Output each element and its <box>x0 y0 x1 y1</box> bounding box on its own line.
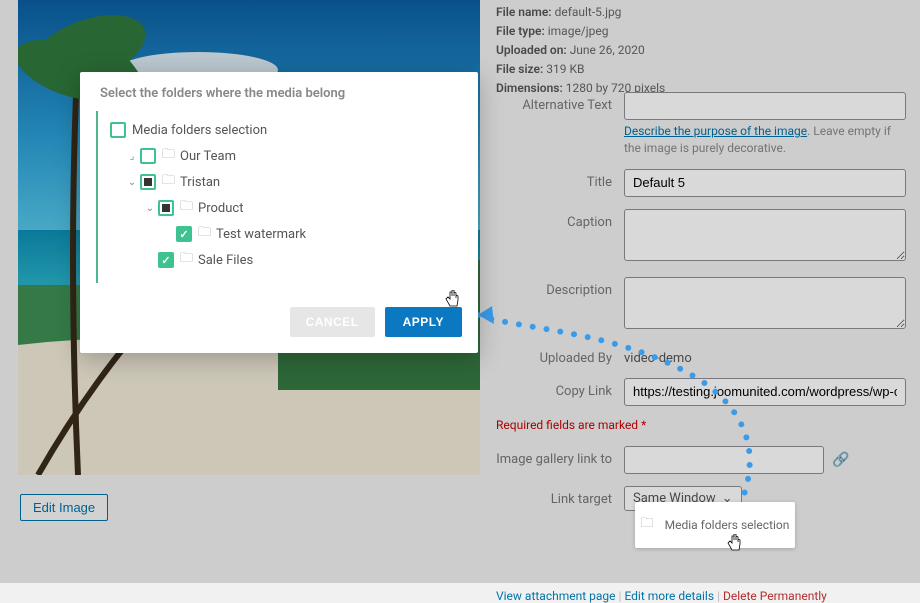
tree-label-test-watermark: Test watermark <box>216 227 306 242</box>
checkbox-product[interactable] <box>158 200 174 216</box>
media-folders-badge-label: Media folders selection <box>665 518 790 532</box>
folder-select-modal: Select the folders where the media belon… <box>80 72 478 353</box>
checkbox-test-watermark[interactable] <box>176 226 192 242</box>
tree-node-tristan[interactable]: ⌄ 🗀 Tristan <box>120 169 462 195</box>
checkbox-our-team[interactable] <box>140 148 156 164</box>
checkbox-root[interactable] <box>110 122 126 138</box>
folder-icon: 🗀 <box>641 514 654 536</box>
folder-icon: 🗀 <box>180 197 193 219</box>
folder-tree: Media folders selection ⌟ 🗀 Our Team ⌄ 🗀… <box>96 111 462 283</box>
tree-node-product[interactable]: ⌄ 🗀 Product <box>138 195 462 221</box>
expand-icon[interactable]: ⌄ <box>144 203 156 214</box>
folder-icon: 🗀 <box>180 249 193 271</box>
modal-title: Select the folders where the media belon… <box>80 72 478 111</box>
checkbox-sale-files[interactable] <box>158 252 174 268</box>
attachment-footer-links: View attachment page|Edit more details|D… <box>496 589 906 603</box>
tree-root[interactable]: Media folders selection <box>102 117 462 143</box>
view-attachment-link[interactable]: View attachment page <box>496 589 616 603</box>
tree-node-sale-files[interactable]: ⌄ 🗀 Sale Files <box>138 247 462 273</box>
edit-details-link[interactable]: Edit more details <box>624 589 714 603</box>
folder-icon: 🗀 <box>162 171 175 193</box>
tree-root-label: Media folders selection <box>132 123 267 138</box>
tree-label-tristan: Tristan <box>180 175 220 190</box>
folder-icon: 🗀 <box>162 145 175 167</box>
tree-label-sale-files: Sale Files <box>198 253 253 268</box>
checkbox-tristan[interactable] <box>140 174 156 190</box>
apply-button[interactable]: APPLY <box>385 307 462 337</box>
tree-label-product: Product <box>198 201 243 216</box>
tree-node-test-watermark[interactable]: ⌄ 🗀 Test watermark <box>156 221 462 247</box>
tree-label-our-team: Our Team <box>180 149 236 164</box>
media-folders-badge[interactable]: 🗀 Media folders selection <box>635 502 795 548</box>
delete-permanently-link[interactable]: Delete Permanently <box>723 589 827 603</box>
expand-icon[interactable]: ⌄ <box>126 177 138 188</box>
collapse-icon[interactable]: ⌟ <box>126 151 138 162</box>
folder-icon: 🗀 <box>198 223 211 245</box>
tree-node-our-team[interactable]: ⌟ 🗀 Our Team <box>120 143 462 169</box>
cancel-button[interactable]: CANCEL <box>290 307 375 337</box>
